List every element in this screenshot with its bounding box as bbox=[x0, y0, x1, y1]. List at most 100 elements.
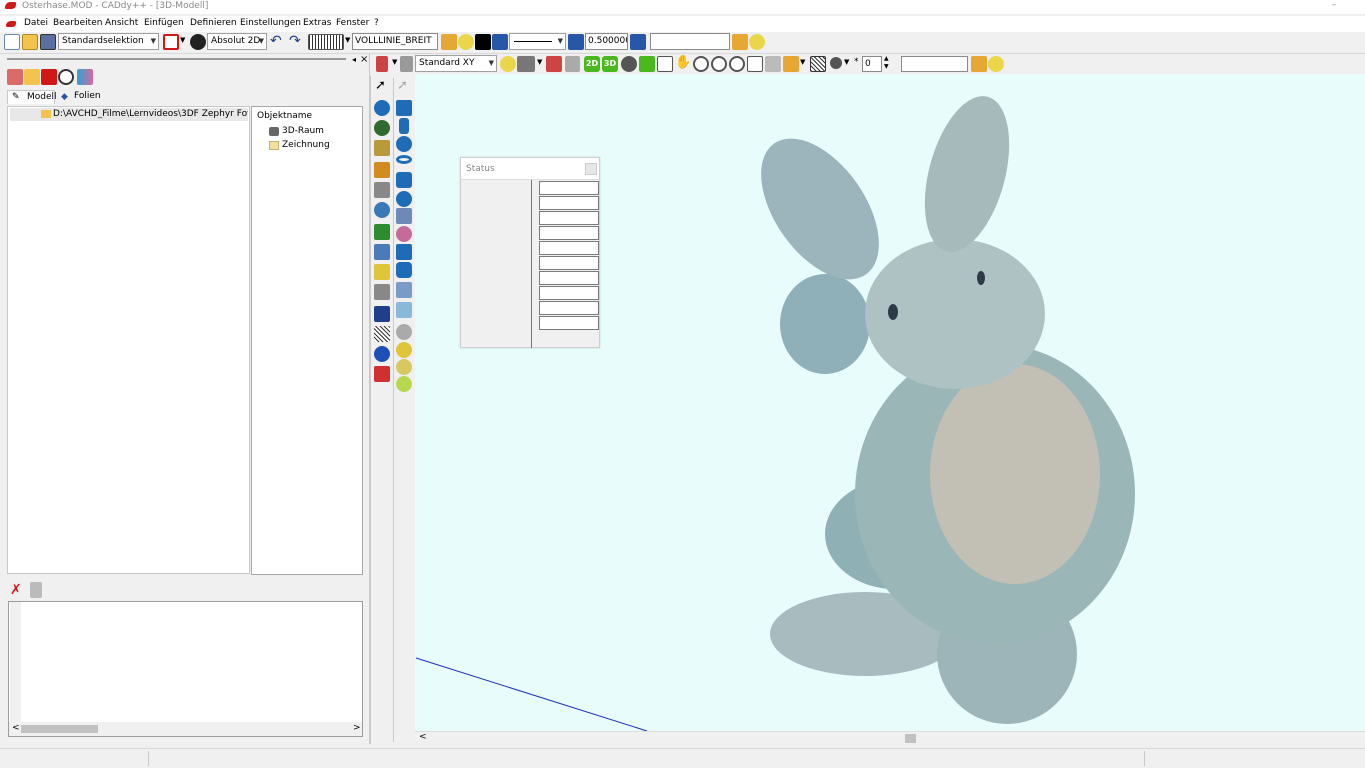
open-folder-icon[interactable] bbox=[22, 34, 38, 50]
close-icon[interactable]: × bbox=[360, 54, 368, 65]
output-horizontal-scrollbar[interactable]: < > bbox=[9, 722, 362, 736]
dimension-icon[interactable] bbox=[374, 140, 390, 156]
pen-tool-icon[interactable] bbox=[546, 56, 562, 72]
box-3d-icon[interactable] bbox=[396, 100, 412, 116]
select-window-icon[interactable] bbox=[163, 34, 179, 50]
arrow-select-icon[interactable]: ➚ bbox=[375, 78, 386, 93]
point-tool-icon[interactable] bbox=[374, 244, 390, 260]
search-input[interactable] bbox=[901, 56, 968, 72]
stack-icon[interactable] bbox=[396, 262, 412, 278]
view-select[interactable]: Standard XY ▼ bbox=[415, 55, 497, 72]
pencil-tool-icon[interactable] bbox=[374, 162, 390, 178]
menu-einstellungen[interactable]: Einstellungen bbox=[240, 18, 301, 28]
lightbulb-icon[interactable] bbox=[500, 56, 516, 72]
object-3d-raum[interactable]: 3D-Raum bbox=[269, 126, 359, 138]
zoom-previous-icon[interactable] bbox=[747, 56, 763, 72]
scrollbar-thumb[interactable] bbox=[905, 734, 916, 743]
status-window[interactable]: Status bbox=[460, 157, 600, 348]
step-field[interactable]: 0 bbox=[862, 56, 882, 72]
menu-fenster[interactable]: Fenster bbox=[336, 18, 369, 28]
select-pointer-icon[interactable] bbox=[376, 56, 388, 72]
globe-icon[interactable] bbox=[396, 136, 412, 152]
hatch-icon[interactable] bbox=[810, 56, 826, 72]
scrollbar-thumb[interactable] bbox=[21, 725, 98, 733]
chevron-down-icon[interactable]: ▼ bbox=[844, 58, 849, 66]
menu-extras[interactable]: Extras bbox=[303, 18, 331, 28]
scroll-right-arrow[interactable]: > bbox=[353, 723, 361, 733]
section-icon[interactable] bbox=[765, 56, 781, 72]
scroll-left-arrow[interactable]: < bbox=[12, 723, 20, 733]
section-plane-icon[interactable] bbox=[396, 302, 412, 318]
edit-e-icon[interactable] bbox=[565, 56, 580, 72]
pan-hand-icon[interactable]: ✋ bbox=[675, 55, 691, 70]
spinner-arrows[interactable]: ▲ ▼ bbox=[884, 55, 889, 71]
cursor-options-icon[interactable] bbox=[517, 56, 535, 72]
chevron-down-icon[interactable]: ▼ bbox=[180, 36, 185, 44]
color-swatch[interactable] bbox=[475, 34, 491, 50]
new-file-icon[interactable] bbox=[4, 34, 20, 50]
zoom-window-icon[interactable] bbox=[657, 56, 673, 72]
zoom-extents-icon[interactable] bbox=[729, 56, 745, 72]
menu-help[interactable]: ? bbox=[374, 18, 379, 28]
render-box-icon[interactable] bbox=[783, 56, 799, 72]
selection-mode-select[interactable]: Standardselektion ▼ bbox=[58, 33, 159, 50]
status-window-header[interactable]: Status bbox=[461, 158, 599, 180]
scroll-left-arrow[interactable]: < bbox=[419, 732, 427, 742]
redo-icon[interactable]: ↷ bbox=[289, 33, 301, 49]
block-tool-icon[interactable] bbox=[374, 284, 390, 300]
render-sphere-icon[interactable] bbox=[396, 359, 412, 375]
layers-icon[interactable] bbox=[492, 34, 508, 50]
eraser-icon[interactable] bbox=[374, 366, 390, 382]
shade-sphere-icon[interactable] bbox=[396, 342, 412, 358]
zoom-out-icon[interactable] bbox=[711, 56, 727, 72]
tree-row-root[interactable]: D:\AVCHD_Filme\Lernvideos\3DF Zephyr Fot… bbox=[10, 108, 248, 121]
lightbulb-icon[interactable] bbox=[988, 56, 1004, 72]
coordinate-mode-select[interactable]: Absolut 2D ▼ bbox=[207, 33, 267, 50]
lightbulb-icon[interactable] bbox=[458, 34, 474, 50]
lightbulb-icon[interactable] bbox=[749, 34, 765, 50]
earth-icon[interactable] bbox=[374, 120, 390, 136]
sphere-tool-icon[interactable] bbox=[374, 100, 390, 116]
slice-icon[interactable] bbox=[396, 282, 412, 298]
canvas-horizontal-scrollbar[interactable]: < bbox=[415, 731, 1365, 744]
material-sphere-icon[interactable] bbox=[396, 376, 412, 392]
menu-definieren[interactable]: Definieren bbox=[190, 18, 237, 28]
solid-union-icon[interactable] bbox=[396, 244, 412, 260]
save-icon[interactable] bbox=[40, 34, 56, 50]
shading-sphere-icon[interactable] bbox=[830, 57, 842, 69]
delete-object-icon[interactable] bbox=[41, 69, 57, 85]
system-menu-icon[interactable] bbox=[6, 21, 16, 27]
view-3d-button[interactable]: 3D bbox=[602, 56, 618, 72]
hatch-tool-icon[interactable] bbox=[374, 326, 390, 342]
revolve-icon[interactable] bbox=[396, 191, 412, 207]
page-icon[interactable] bbox=[400, 56, 413, 72]
info-icon[interactable] bbox=[374, 346, 390, 362]
output-area[interactable]: < > bbox=[8, 601, 363, 737]
layer-input[interactable] bbox=[650, 33, 730, 50]
search-object-icon[interactable] bbox=[971, 56, 987, 72]
close-icon[interactable] bbox=[585, 163, 597, 175]
boolean-icon[interactable] bbox=[396, 324, 412, 340]
object-zeichnung[interactable]: Zeichnung bbox=[269, 140, 359, 152]
chevron-down-icon[interactable]: ▼ bbox=[537, 58, 542, 66]
layer-manager-icon[interactable] bbox=[732, 34, 748, 50]
layers-icon[interactable] bbox=[568, 34, 584, 50]
search-object-icon[interactable] bbox=[58, 69, 74, 85]
line-width-field[interactable]: 0.500000 bbox=[585, 33, 628, 50]
view-2d-button[interactable]: 2D bbox=[584, 56, 600, 72]
undo-icon[interactable]: ↶ bbox=[270, 33, 282, 49]
menu-einfuegen[interactable]: Einfügen bbox=[144, 18, 184, 28]
chevron-down-icon[interactable]: ▼ bbox=[392, 58, 397, 66]
line-type-select[interactable]: ▼ bbox=[509, 33, 566, 50]
area-tool-icon[interactable] bbox=[374, 264, 390, 280]
clipboard-icon[interactable] bbox=[30, 582, 42, 598]
delete-icon[interactable]: ✗ bbox=[10, 582, 22, 598]
cylinder-icon[interactable] bbox=[399, 118, 409, 134]
layers-icon[interactable] bbox=[630, 34, 646, 50]
sweep-icon[interactable] bbox=[396, 208, 412, 224]
text-tool-icon[interactable] bbox=[374, 306, 390, 322]
rotate-tool-icon[interactable] bbox=[374, 202, 390, 218]
folder-arrow-icon[interactable] bbox=[24, 69, 40, 85]
menu-ansicht[interactable]: Ansicht bbox=[105, 18, 138, 28]
menu-datei[interactable]: Datei bbox=[24, 18, 48, 28]
